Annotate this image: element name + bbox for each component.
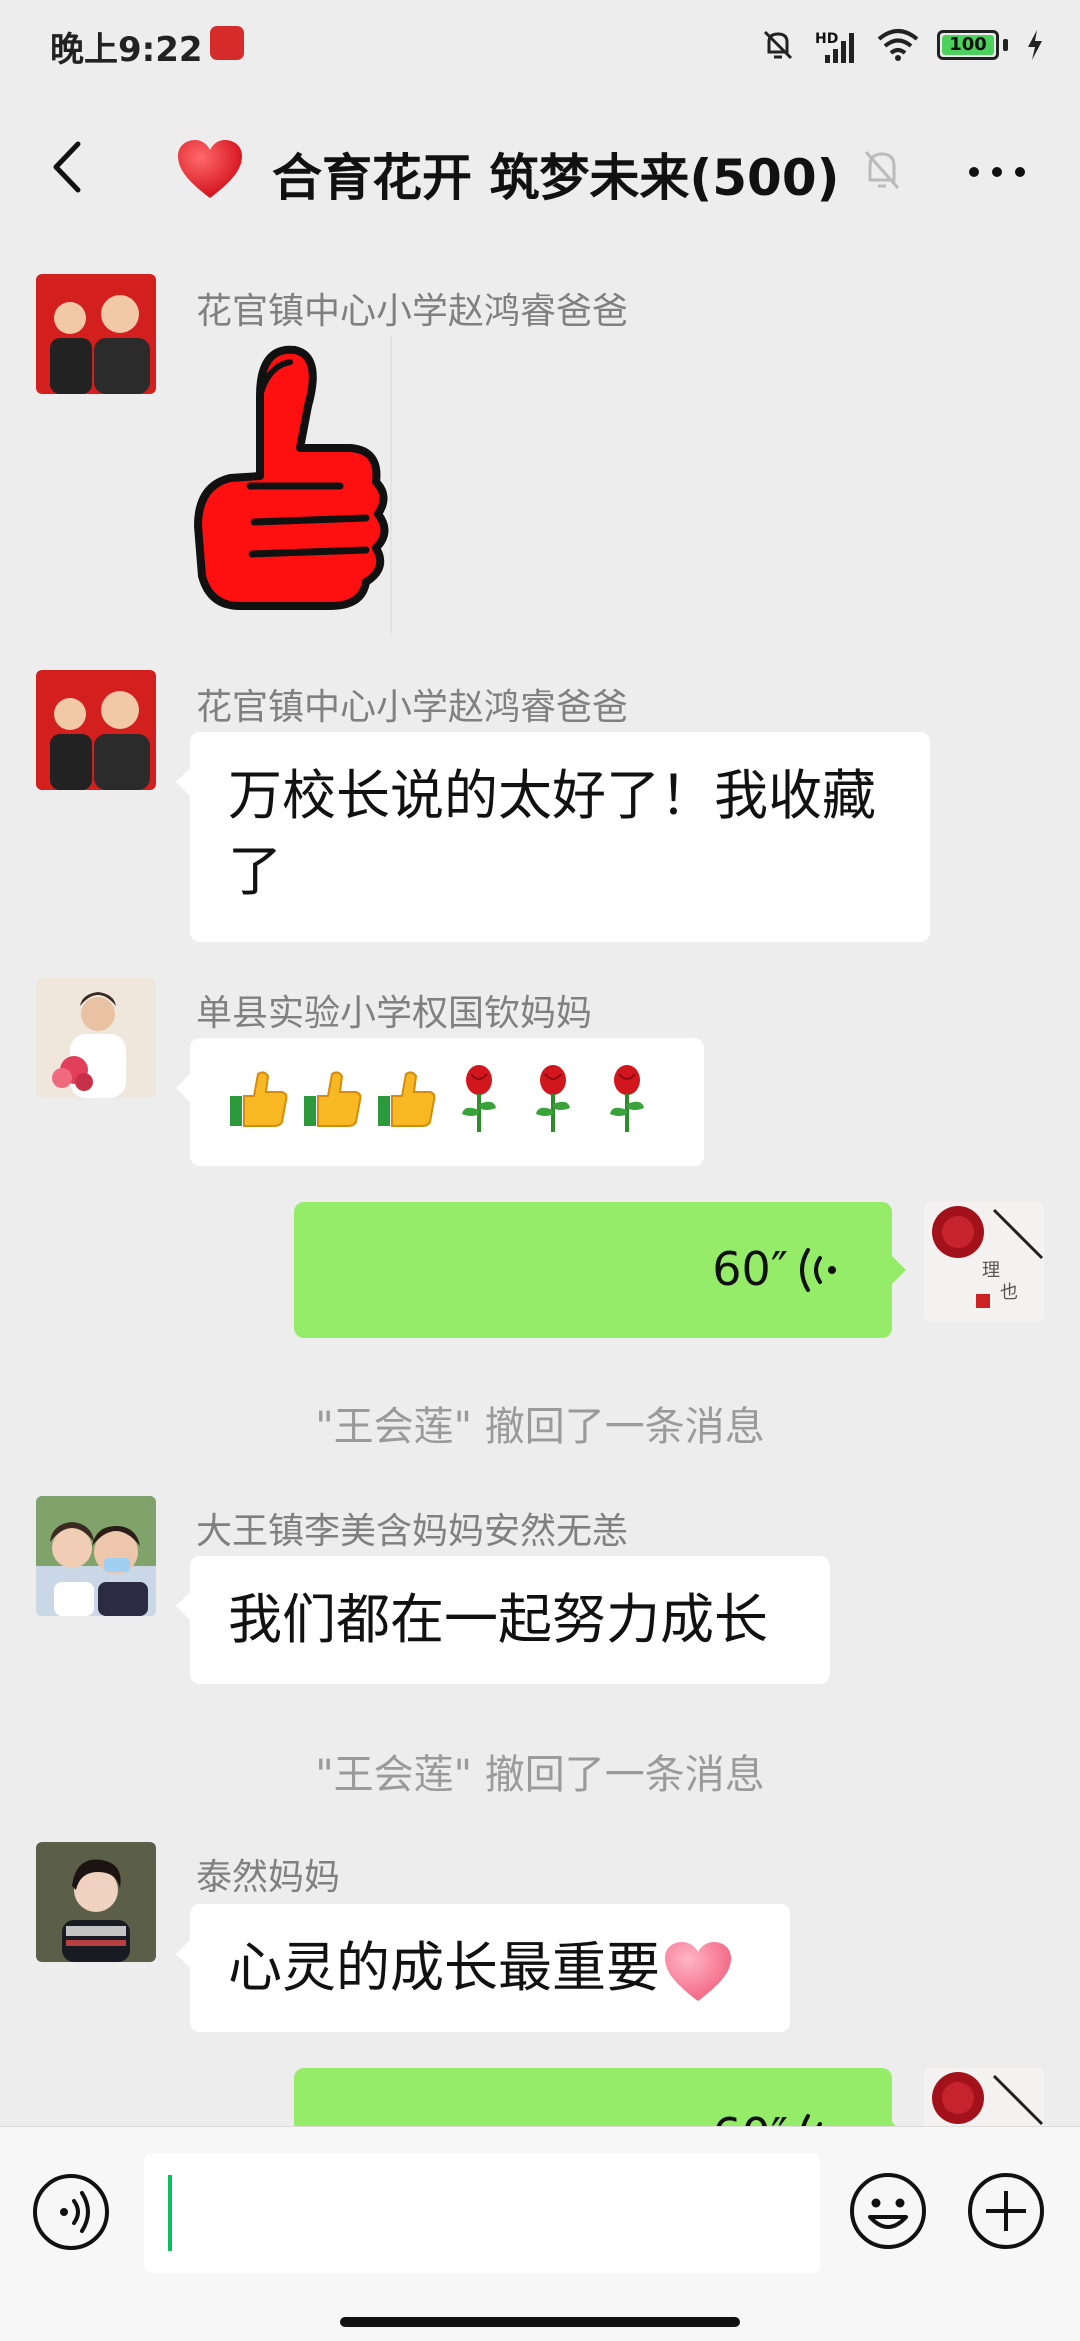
charging-icon: [1028, 30, 1042, 60]
svg-text:也: 也: [1000, 1282, 1018, 1303]
message-text: 我们都在一起努力成长: [228, 1588, 768, 1651]
message-text-line: 了: [228, 840, 282, 903]
sender-name: 泰然妈妈: [196, 1857, 341, 1898]
avatar[interactable]: [36, 1842, 156, 1962]
more-functions-button[interactable]: [966, 2171, 1046, 2251]
signal-icon: HD: [815, 25, 859, 65]
chat-header: 合育花开 筑梦未来(500): [0, 92, 1080, 244]
voice-message-bubble[interactable]: 60″: [294, 1202, 906, 1338]
input-bar: [0, 2126, 1080, 2341]
status-time: 晚上9:22: [50, 30, 203, 70]
wifi-icon: [877, 29, 919, 61]
battery-icon: 100: [937, 30, 999, 60]
text-cursor: [168, 2175, 172, 2251]
sender-name: 大王镇李美含妈妈安然无恙: [196, 1511, 629, 1552]
heart-emoji-icon: [665, 1942, 731, 2002]
voice-wave-icon: [800, 1248, 836, 1292]
emoji-button[interactable]: [848, 2171, 928, 2251]
message-bubble[interactable]: [176, 1038, 704, 1166]
status-icons: HD 100: [759, 20, 1044, 70]
avatar[interactable]: [36, 978, 156, 1098]
back-button[interactable]: [36, 132, 106, 202]
message-bubble[interactable]: 万校长说的太好了！我收藏 了: [176, 732, 930, 942]
rose-icon: [610, 1065, 644, 1133]
rose-icon: [462, 1065, 496, 1133]
thumbs-up-icon: [378, 1071, 436, 1128]
voice-duration: 60″: [712, 1242, 788, 1296]
more-options-button[interactable]: [962, 152, 1032, 192]
status-bar: 晚上9:22 HD 100: [0, 0, 1080, 92]
message-bubble[interactable]: 我们都在一起努力成长: [176, 1556, 830, 1684]
rose-icon: [536, 1065, 570, 1133]
battery-level: 100: [949, 34, 987, 55]
sender-name: 单县实验小学权国钦妈妈: [196, 993, 593, 1034]
avatar[interactable]: [36, 1496, 156, 1616]
notification-app-icon: [210, 26, 244, 60]
thumbs-up-icon: [304, 1071, 362, 1128]
recall-notice: "王会莲" 撤回了一条消息: [315, 1404, 765, 1450]
heart-icon: [178, 140, 242, 198]
chat-title: 合育花开 筑梦未来(500): [272, 149, 840, 207]
message-input[interactable]: [144, 2153, 820, 2273]
thumbs-up-icon: [230, 1071, 288, 1128]
message-text: 心灵的成长最重要: [228, 1936, 660, 1999]
avatar[interactable]: [36, 274, 156, 394]
silent-mode-icon: [763, 30, 793, 60]
message-bubble[interactable]: 心灵的成长最重要: [176, 1904, 790, 2032]
svg-text:理: 理: [982, 1260, 1000, 1281]
voice-input-button[interactable]: [32, 2173, 110, 2251]
avatar[interactable]: [36, 670, 156, 790]
home-indicator[interactable]: [340, 2317, 740, 2327]
recall-notice: "王会莲" 撤回了一条消息: [315, 1752, 765, 1798]
thumbs-up-sticker[interactable]: [190, 336, 396, 634]
self-avatar[interactable]: 理 也: [924, 1202, 1044, 1322]
sender-name: 花官镇中心小学赵鸿睿爸爸: [196, 291, 629, 332]
sender-name: 花官镇中心小学赵鸿睿爸爸: [196, 687, 629, 728]
message-text-line: 万校长说的太好了！我收藏: [228, 764, 876, 827]
mute-icon: [864, 151, 900, 189]
